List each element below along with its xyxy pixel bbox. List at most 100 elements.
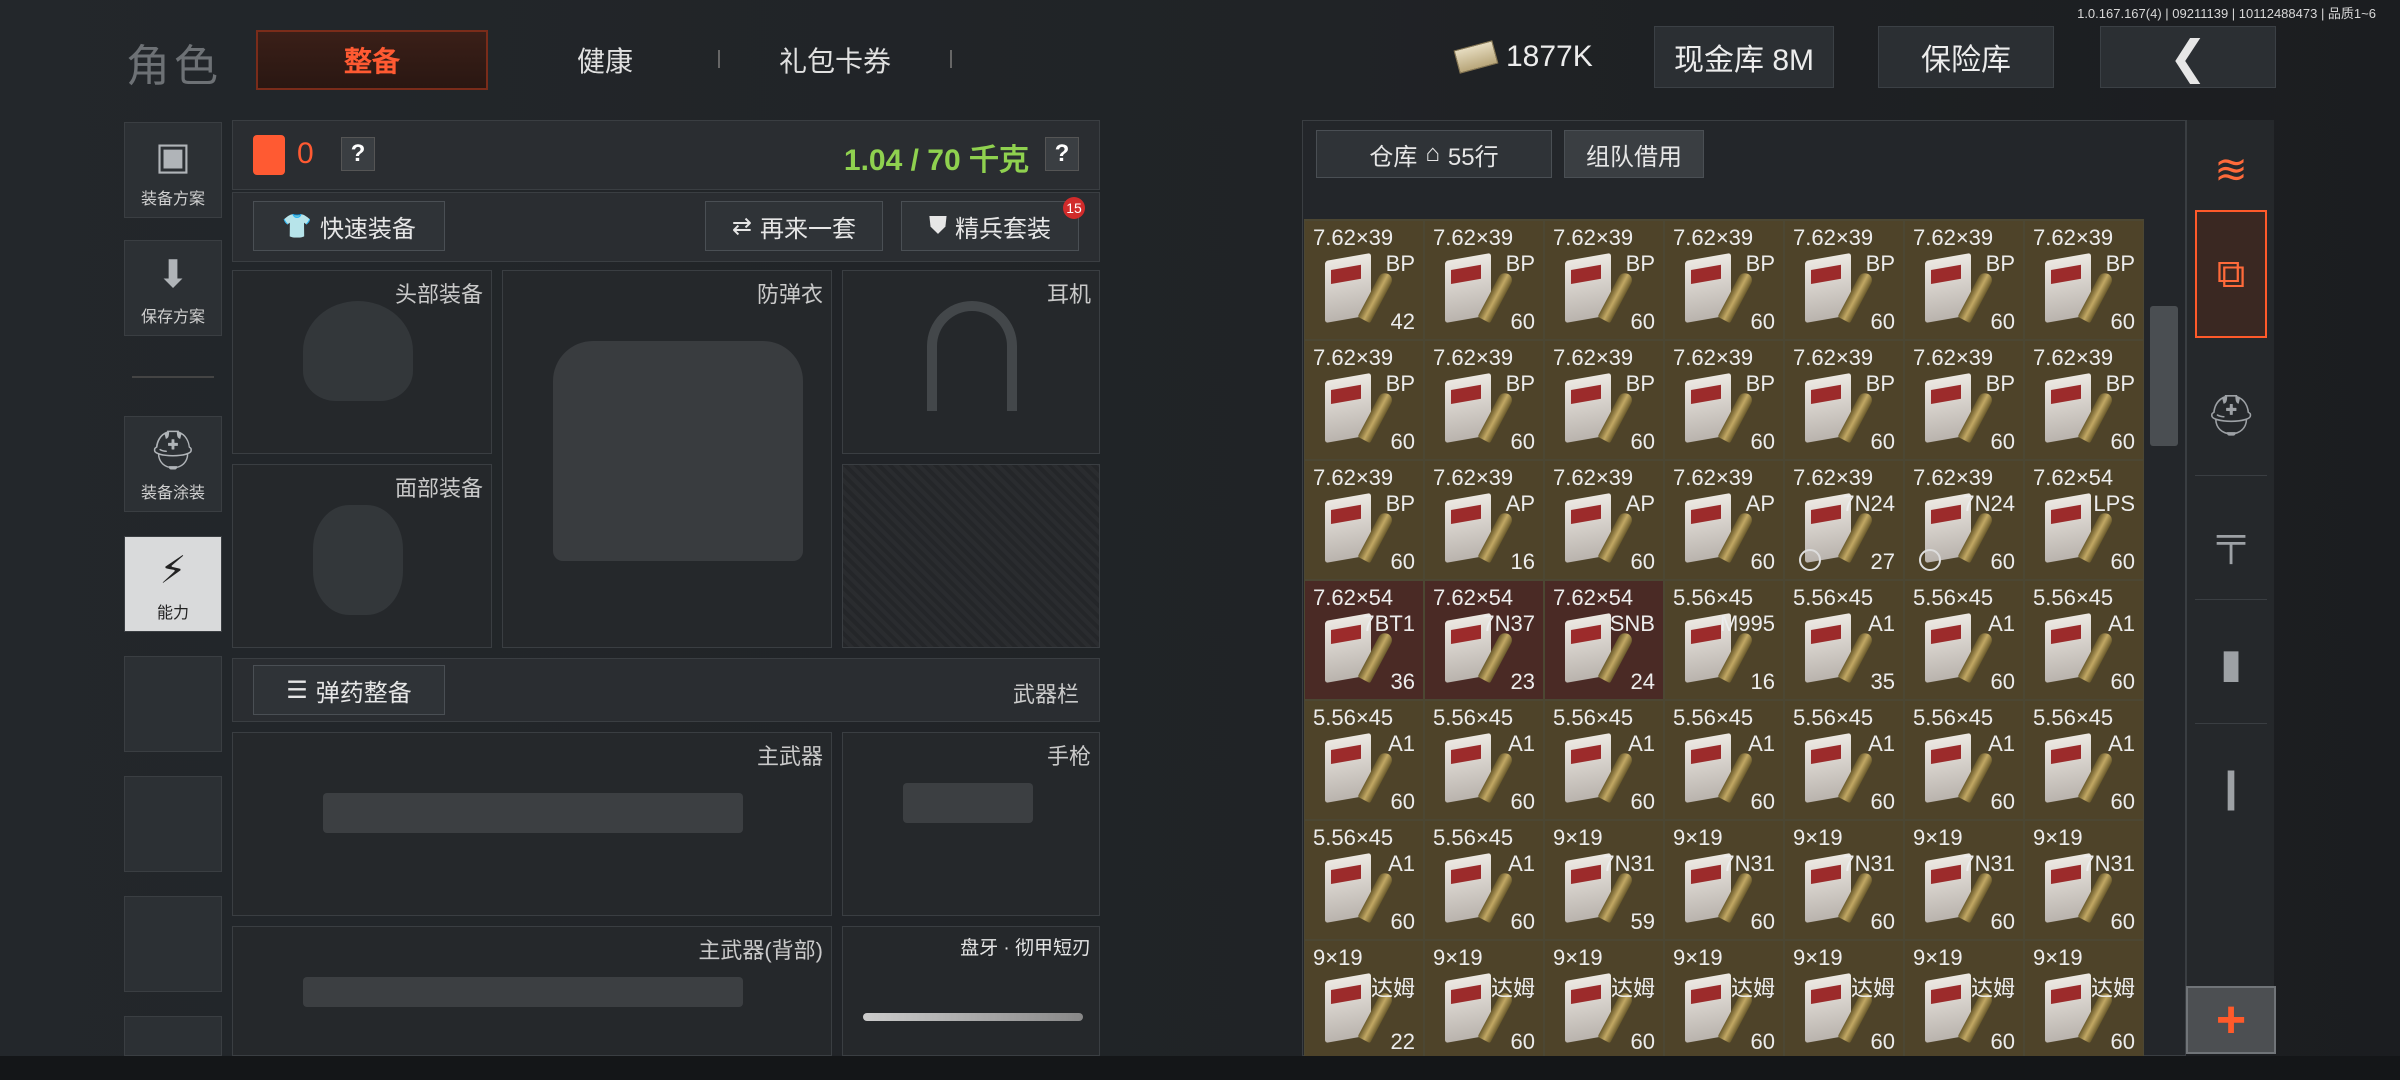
sidebar-item-ability[interactable]: ⚡ 能力 — [124, 536, 222, 632]
tab-equip[interactable]: 整备 — [256, 30, 488, 90]
ammo-cell[interactable]: 7.62×54 7BT1 36 — [1304, 580, 1424, 700]
ammo-equip-button[interactable]: ☰ 弹药整备 — [253, 665, 445, 715]
headset-slot[interactable]: 耳机 — [842, 270, 1100, 454]
ammo-cell[interactable]: 9×19 7N31 59 — [1544, 820, 1664, 940]
sidebar-item-loadout-plan[interactable]: ▣ 装备方案 — [124, 122, 222, 218]
melee-slot[interactable]: 盘牙 · 彻甲短刃 — [842, 926, 1100, 1056]
category-gear[interactable]: ⛑ — [2195, 356, 2267, 476]
safe-button[interactable]: 保险库 — [1878, 26, 2054, 88]
ammo-cell[interactable]: 7.62×39 7N24 27 — [1784, 460, 1904, 580]
sidebar-item-skin[interactable]: ⛑ 装备涂装 — [124, 416, 222, 512]
ammo-cell[interactable]: 5.56×45 A1 60 — [1544, 700, 1664, 820]
scrollbar[interactable] — [2150, 306, 2178, 446]
ammo-cell[interactable]: 7.62×39 BP 60 — [1784, 340, 1904, 460]
warehouse-rows: 55行 — [1447, 143, 1499, 171]
primary-weapon-slot[interactable]: 主武器 — [232, 732, 832, 916]
ammo-cell[interactable]: 7.62×54 LPS 60 — [2024, 460, 2144, 580]
primary-back-slot[interactable]: 主武器(背部) — [232, 926, 832, 1056]
ammo-count: 60 — [1510, 309, 1535, 334]
category-ammo[interactable]: ❙ — [2195, 728, 2267, 848]
ammo-type: 7N37 — [1482, 611, 1535, 636]
pistol-slot[interactable]: 手枪 — [842, 732, 1100, 916]
ammo-cell[interactable]: 7.62×39 BP 60 — [1304, 340, 1424, 460]
ammo-caliber: 7.62×54 — [1433, 585, 1514, 610]
ammo-cell[interactable]: 5.56×45 A1 60 — [1304, 820, 1424, 940]
ammo-cell[interactable]: 7.62×39 BP 60 — [1544, 340, 1664, 460]
ammo-cell[interactable]: 5.56×45 A1 60 — [1784, 700, 1904, 820]
again-button[interactable]: ⇄ 再来一套 — [705, 201, 883, 251]
category-weapon[interactable]: ╤ — [2195, 480, 2267, 600]
ammo-cell[interactable]: 5.56×45 A1 60 — [1904, 700, 2024, 820]
team-borrow-tab[interactable]: 组队借用 — [1564, 130, 1704, 178]
ammo-cell[interactable]: 7.62×39 AP 16 — [1424, 460, 1544, 580]
ammo-cell[interactable]: 7.62×39 BP 60 — [1664, 340, 1784, 460]
ammo-cell[interactable]: 9×19 达姆 60 — [1424, 940, 1544, 1060]
ammo-cell[interactable]: 9×19 7N31 60 — [1904, 820, 2024, 940]
ammo-caliber: 9×19 — [1553, 945, 1603, 970]
ammo-cell[interactable]: 7.62×39 BP 60 — [1424, 340, 1544, 460]
ammo-type: A1 — [1748, 731, 1775, 756]
stack-icon: ≋ — [2214, 148, 2248, 192]
ammo-cell[interactable]: 7.62×39 AP 60 — [1664, 460, 1784, 580]
back-button[interactable]: ❮ — [2100, 26, 2276, 88]
ammo-cell[interactable]: 5.56×45 A1 60 — [1904, 580, 2024, 700]
ammo-cell[interactable]: 5.56×45 M995 16 — [1664, 580, 1784, 700]
ammo-count: 60 — [1390, 429, 1415, 454]
ammo-cell[interactable]: 7.62×39 BP 60 — [1544, 220, 1664, 340]
page-title: 角色 — [126, 42, 222, 91]
ammo-grid: 7.62×39 BP 42 7.62×39 BP 60 7.62×39 BP 60 7.62×39… — [1304, 220, 2144, 1060]
category-all[interactable]: ≋ — [2195, 120, 2267, 220]
ammo-cell[interactable]: 7.62×39 BP 60 — [1904, 340, 2024, 460]
cash-vault-button[interactable]: 现金库 8M — [1654, 26, 1834, 88]
ammo-cell[interactable]: 5.56×45 A1 60 — [1304, 700, 1424, 820]
ammo-cell[interactable]: 5.56×45 A1 60 — [1424, 820, 1544, 940]
ammo-cell[interactable]: 7.62×54 7N37 23 — [1424, 580, 1544, 700]
ammo-cell[interactable]: 7.62×39 BP 60 — [1664, 220, 1784, 340]
ammo-cell[interactable]: 9×19 达姆 60 — [1544, 940, 1664, 1060]
ammo-cell[interactable]: 9×19 达姆 60 — [2024, 940, 2144, 1060]
help-button[interactable]: ? — [341, 137, 375, 171]
face-slot[interactable]: 面部装备 — [232, 464, 492, 648]
ammo-cell[interactable]: 7.62×39 BP 60 — [1304, 460, 1424, 580]
ammo-cell[interactable]: 5.56×45 A1 60 — [2024, 700, 2144, 820]
ammo-cell[interactable]: 7.62×39 BP 60 — [2024, 340, 2144, 460]
ammo-count: 42 — [1390, 309, 1415, 334]
ammo-cell[interactable]: 5.56×45 A1 60 — [1424, 700, 1544, 820]
category-magazine[interactable]: ▮ — [2195, 604, 2267, 724]
elite-set-button[interactable]: ⛊ 精兵套装 — [901, 201, 1079, 251]
ammo-cell[interactable]: 9×19 达姆 60 — [1784, 940, 1904, 1060]
sidebar-item-save-plan[interactable]: ⬇ 保存方案 — [124, 240, 222, 336]
loadout-header: 0 ? 1.04 / 70 千克 ? — [232, 120, 1100, 190]
ammo-cell[interactable]: 7.62×39 AP 60 — [1544, 460, 1664, 580]
ammo-cell[interactable]: 5.56×45 A1 35 — [1784, 580, 1904, 700]
ammo-cell[interactable]: 7.62×39 BP 42 — [1304, 220, 1424, 340]
ammo-type: 7BT1 — [1362, 611, 1415, 636]
ammo-cell[interactable]: 5.56×45 A1 60 — [2024, 580, 2144, 700]
elite-label: 精兵套装 — [955, 215, 1051, 243]
ammo-cell[interactable]: 7.62×39 BP 60 — [1904, 220, 2024, 340]
weight-help-button[interactable]: ? — [1045, 137, 1079, 171]
helmet-slot[interactable]: 头部装备 — [232, 270, 492, 454]
category-storage[interactable]: ⧉ — [2195, 210, 2267, 338]
ammo-cell[interactable]: 9×19 7N31 60 — [1664, 820, 1784, 940]
ammo-count: 16 — [1750, 669, 1775, 694]
ammo-cell[interactable]: 9×19 达姆 22 — [1304, 940, 1424, 1060]
ammo-cell[interactable]: 9×19 达姆 60 — [1904, 940, 2024, 1060]
body-armor-slot[interactable]: 防弹衣 — [502, 270, 832, 648]
ammo-cell[interactable]: 7.62×54 SNB 24 — [1544, 580, 1664, 700]
ammo-cell[interactable]: 9×19 7N31 60 — [1784, 820, 1904, 940]
add-button[interactable]: + — [2186, 986, 2276, 1054]
ammo-cell[interactable]: 7.62×39 7N24 60 — [1904, 460, 2024, 580]
ammo-cell[interactable]: 5.56×45 A1 60 — [1664, 700, 1784, 820]
ammo-cell[interactable]: 9×19 7N31 60 — [2024, 820, 2144, 940]
tab-gift-cards[interactable]: 礼包卡券 — [750, 30, 920, 90]
ammo-cell[interactable]: 7.62×39 BP 60 — [2024, 220, 2144, 340]
ammo-cell[interactable]: 9×19 达姆 60 — [1664, 940, 1784, 1060]
warehouse-tab[interactable]: 仓库 ⌂ 55行 — [1316, 130, 1552, 178]
ammo-count: 60 — [1870, 909, 1895, 934]
ammo-type: A1 — [1628, 731, 1655, 756]
ammo-cell[interactable]: 7.62×39 BP 60 — [1424, 220, 1544, 340]
ammo-cell[interactable]: 7.62×39 BP 60 — [1784, 220, 1904, 340]
quick-equip-button[interactable]: 👕 快速装备 — [253, 201, 445, 251]
tab-health[interactable]: 健康 — [530, 30, 680, 90]
